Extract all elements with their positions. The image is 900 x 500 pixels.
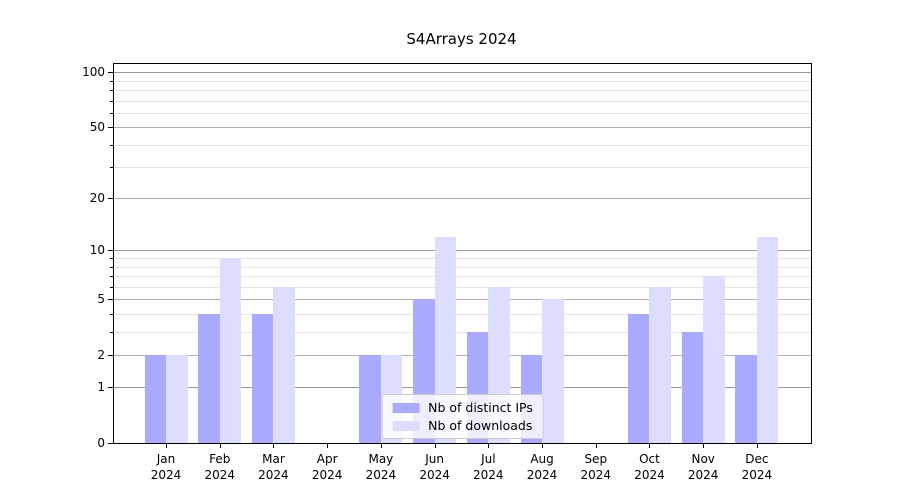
y-tick-minor (110, 90, 113, 91)
x-tick (596, 443, 597, 448)
legend-swatch-downloads (392, 421, 419, 431)
x-tick (488, 443, 489, 448)
legend-swatch-distinct-ips (392, 403, 419, 413)
y-tick-minor (110, 145, 113, 146)
legend-entry: Nb of distinct IPs (392, 400, 533, 415)
x-tick (327, 443, 328, 448)
x-tick (220, 443, 221, 448)
y-tick-label: 10 (45, 242, 105, 258)
y-tick-minor (110, 267, 113, 268)
chart-title: S4Arrays 2024 (113, 30, 810, 48)
y-tick-label: 20 (45, 190, 105, 206)
x-tick (649, 443, 650, 448)
y-tick-label: 1 (45, 379, 105, 395)
figure: S4Arrays 2024 0125102050100Jan2024Feb202… (0, 0, 900, 500)
y-tick (108, 355, 113, 356)
x-tick (542, 443, 543, 448)
y-tick (108, 198, 113, 199)
y-tick (108, 72, 113, 73)
y-tick-label: 100 (45, 64, 105, 80)
y-tick (108, 443, 113, 444)
y-tick (108, 127, 113, 128)
x-tick (757, 443, 758, 448)
plot-area: 0125102050100Jan2024Feb2024Mar2024Apr202… (113, 63, 812, 444)
x-tick (273, 443, 274, 448)
y-tick-minor (110, 81, 113, 82)
y-tick-minor (110, 167, 113, 168)
y-tick-minor (110, 101, 113, 102)
x-tick (381, 443, 382, 448)
y-tick-label: 50 (45, 119, 105, 135)
x-tick (703, 443, 704, 448)
y-tick-minor (110, 258, 113, 259)
y-tick-label: 0 (45, 435, 105, 451)
x-tick (166, 443, 167, 448)
legend-entry: Nb of downloads (392, 418, 533, 433)
y-tick-minor (110, 287, 113, 288)
x-tick (435, 443, 436, 448)
x-tick-label: Dec2024 (725, 451, 789, 483)
axes-layer: 0125102050100Jan2024Feb2024Mar2024Apr202… (114, 64, 811, 443)
legend: Nb of distinct IPs Nb of downloads (381, 394, 544, 439)
y-tick (108, 387, 113, 388)
y-tick-minor (110, 332, 113, 333)
y-tick-label: 2 (45, 347, 105, 363)
legend-label: Nb of distinct IPs (428, 400, 533, 415)
y-tick-label: 5 (45, 291, 105, 307)
y-tick-minor (110, 113, 113, 114)
y-tick-minor (110, 276, 113, 277)
legend-label: Nb of downloads (428, 418, 532, 433)
y-tick (108, 299, 113, 300)
y-tick (108, 250, 113, 251)
y-tick-minor (110, 314, 113, 315)
